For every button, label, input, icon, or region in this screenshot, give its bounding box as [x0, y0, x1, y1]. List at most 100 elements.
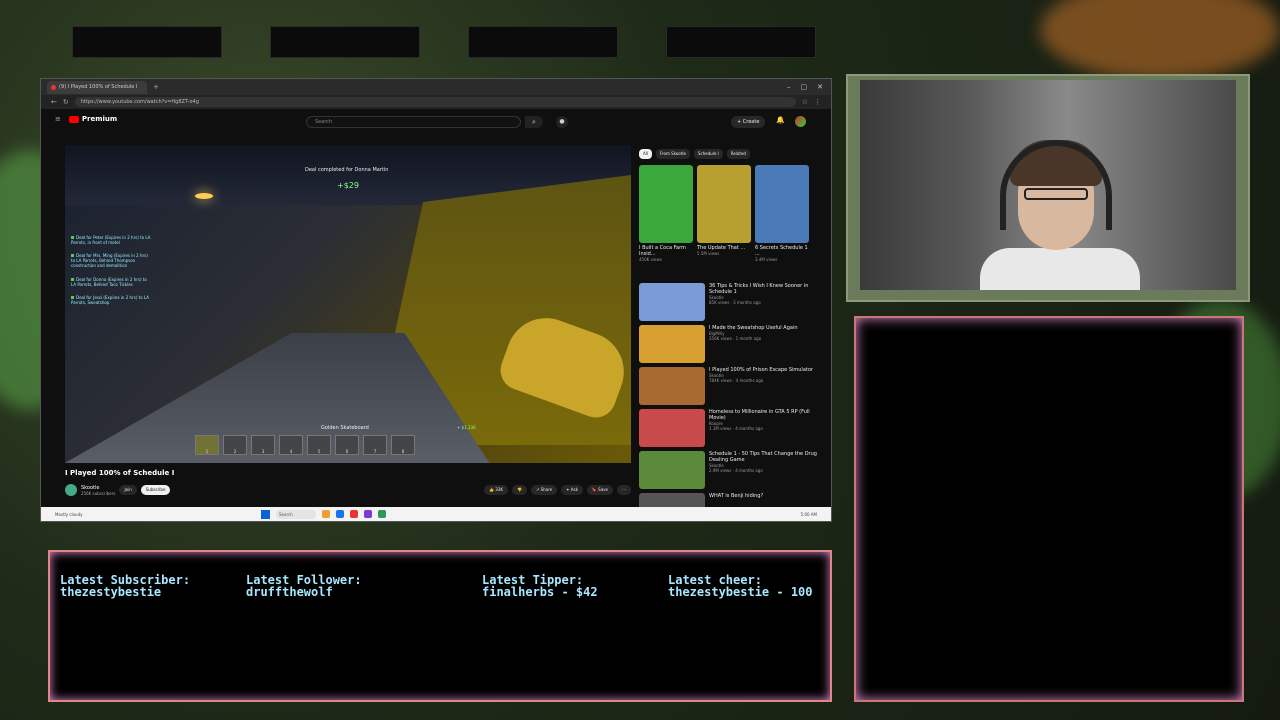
quest-item: Deal for Donna (Expires in 2 hrs) to LA … [71, 277, 147, 287]
more-actions-icon[interactable]: ⋯ [617, 485, 631, 495]
share-label: Share [540, 487, 553, 492]
back-icon[interactable]: ← [51, 98, 57, 106]
webcam-feed [860, 80, 1236, 290]
hotbar-slot: 3 [251, 435, 275, 455]
short-card[interactable]: 6 Secrets Schedule 1 ... 3.4M views [755, 165, 809, 262]
follower-name: druffthewolf [246, 585, 333, 599]
short-thumbnail[interactable] [697, 165, 751, 243]
game-lamp [195, 193, 213, 199]
reload-icon[interactable]: ↻ [63, 98, 69, 106]
chip-from-channel[interactable]: From Skootle [655, 149, 690, 159]
latest-cheer: Latest cheer: thezestybestie - 100 [668, 574, 813, 598]
ask-button[interactable]: ✦ Ask [561, 485, 583, 495]
short-card[interactable]: I Built a Coca Farm Insid... 450K views [639, 165, 693, 262]
deal-notification: Deal completed for Donna Martin [305, 167, 389, 173]
video-title: I Played 100% of Schedule I [65, 469, 175, 477]
new-tab-icon[interactable]: + [153, 83, 159, 91]
overlay-slot-2 [270, 26, 420, 58]
create-button[interactable]: + Create [731, 116, 766, 128]
weather-widget[interactable]: Mostly cloudy [55, 512, 255, 517]
short-card[interactable]: The Update That ... 5.5M views [697, 165, 751, 262]
subscriber-name: thezestybestie [60, 585, 162, 599]
overlay-slot-1 [72, 26, 222, 58]
hotbar-slot: 4 [279, 435, 303, 455]
join-button[interactable]: Join [119, 485, 137, 495]
video-player[interactable]: Deal completed for Donna Martin +$29 Dea… [65, 145, 631, 463]
dislike-button[interactable]: 👎 [511, 485, 527, 495]
short-meta: 5.5M views [697, 251, 720, 256]
short-meta: 3.4M views [755, 257, 778, 262]
chrome-icon[interactable] [350, 510, 358, 518]
recommended-video[interactable]: Homeless to Millionaire in GTA 5 RP (Ful… [639, 409, 819, 447]
rec-meta: 2.9M views · 4 months ago [709, 468, 763, 473]
rec-meta: 256K views · 1 month ago [709, 336, 762, 341]
extensions-icon[interactable]: ⋮ [814, 98, 821, 106]
share-button[interactable]: ↗ Share [530, 485, 558, 495]
search-icon[interactable]: ⌕ [525, 116, 543, 128]
hotbar-slot: 7 [363, 435, 387, 455]
background-pumpkin [1040, 0, 1280, 80]
tab-strip: (9) I Played 100% of Schedule I + – ▢ ✕ [41, 79, 831, 95]
rec-title: 36 Tips & Tricks I Wish I Knew Sooner in… [709, 283, 809, 295]
save-button[interactable]: 🔖 Save [586, 485, 613, 495]
tipper-value: finalherbs - $42 [482, 585, 598, 599]
chip-related[interactable]: Related [726, 149, 750, 159]
cheer-value: thezestybestie - 100 [668, 585, 813, 599]
url-field[interactable]: https://www.youtube.com/watch?v=Hg8ZT-o4… [74, 97, 796, 107]
minimize-button[interactable]: – [787, 83, 791, 91]
overlay-slot-4 [666, 26, 816, 58]
video-thumbnail[interactable] [639, 283, 705, 321]
rec-meta: 784K views · 4 months ago [709, 378, 764, 383]
latest-follower: Latest Follower: druffthewolf [246, 574, 362, 598]
channel-avatar[interactable] [65, 484, 77, 496]
taskbar-search[interactable]: Search [276, 509, 316, 519]
chip-schedule[interactable]: Schedule I [693, 149, 723, 159]
app-icon[interactable] [378, 510, 386, 518]
video-thumbnail[interactable] [639, 367, 705, 405]
money-popup: +$29 [337, 181, 359, 190]
overlay-slot-3 [468, 26, 618, 58]
search-input[interactable]: Search [306, 116, 521, 128]
rec-title: Homeless to Millionaire in GTA 5 RP (Ful… [709, 409, 810, 421]
discord-icon[interactable] [364, 510, 372, 518]
youtube-logo[interactable]: Premium [68, 115, 117, 123]
headset-icon [1000, 140, 1112, 230]
hotbar-slot: 2 [223, 435, 247, 455]
bookmark-icon[interactable]: ☆ [802, 98, 808, 106]
stream-ticker: Latest Subscriber: thezestybestie Latest… [48, 550, 832, 702]
rec-meta: 85K views · 3 months ago [709, 300, 761, 305]
ask-label: Ask [570, 487, 578, 492]
close-button[interactable]: ✕ [817, 83, 823, 91]
edge-icon[interactable] [336, 510, 344, 518]
video-thumbnail[interactable] [639, 451, 705, 489]
menu-icon[interactable]: ≡ [55, 115, 61, 123]
rec-title: WHAT is Benji hiding? [709, 493, 764, 499]
rec-title: I Played 100% of Prison Escape Simulator [709, 367, 813, 373]
filter-chips: All From Skootle Schedule I Related [639, 149, 750, 159]
account-avatar[interactable] [795, 116, 806, 127]
notifications-icon[interactable]: 🔔 [776, 116, 785, 124]
recommended-video[interactable]: Schedule 1 - 50 Tips That Change the Dru… [639, 451, 819, 489]
like-button[interactable]: 👍 33K [484, 485, 508, 495]
video-thumbnail[interactable] [639, 325, 705, 363]
cash-label: + $1,336 [457, 425, 476, 430]
start-icon[interactable] [261, 509, 270, 519]
selected-item-label: Golden Skateboard [321, 425, 369, 431]
file-explorer-icon[interactable] [322, 510, 330, 518]
short-title: 6 Secrets Schedule 1 ... [755, 245, 808, 257]
browser-tab[interactable]: (9) I Played 100% of Schedule I [47, 80, 147, 94]
short-thumbnail[interactable] [639, 165, 693, 243]
short-thumbnail[interactable] [755, 165, 809, 243]
tab-title: (9) I Played 100% of Schedule I [59, 84, 138, 90]
youtube-logo-icon [68, 115, 79, 123]
save-label: Save [598, 487, 608, 492]
maximize-button[interactable]: ▢ [801, 83, 808, 91]
video-thumbnail[interactable] [639, 409, 705, 447]
mic-icon[interactable]: ● [556, 116, 568, 128]
chat-panel [854, 316, 1244, 702]
subscribe-button[interactable]: Subscribe [140, 485, 171, 495]
recommended-video[interactable]: I Played 100% of Prison Escape Simulator… [639, 367, 819, 405]
chip-all[interactable]: All [639, 149, 652, 159]
recommended-video[interactable]: I Made the Sweatshop Useful Again BigMill… [639, 325, 819, 363]
recommended-video[interactable]: 36 Tips & Tricks I Wish I Knew Sooner in… [639, 283, 819, 321]
